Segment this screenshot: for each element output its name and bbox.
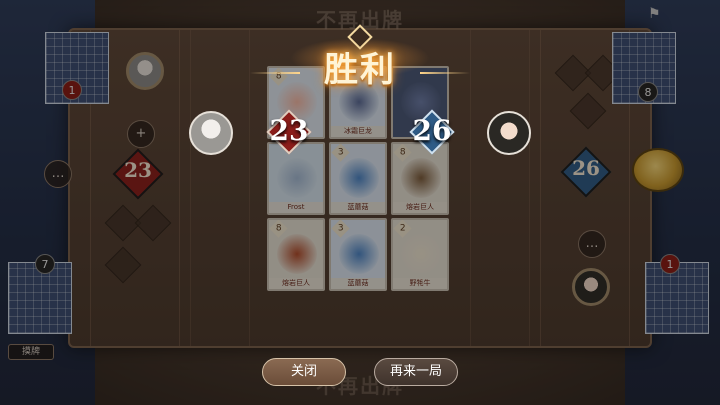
right-result-score: 26: [412, 114, 452, 147]
victory-title: 胜利: [324, 50, 396, 90]
game-scene: 不再出牌 不再出牌 1 7 摸牌 8 1 ⚑ + … … 23 26 8 冰霜巨龙…: [0, 0, 720, 405]
close-button[interactable]: 关闭: [262, 358, 346, 386]
opponent-avatar[interactable]: [189, 111, 233, 155]
victory-banner: 胜利: [250, 24, 470, 90]
player-avatar[interactable]: [487, 111, 531, 155]
left-result-score: 23: [269, 114, 309, 147]
play-again-button[interactable]: 再来一局: [374, 358, 458, 386]
